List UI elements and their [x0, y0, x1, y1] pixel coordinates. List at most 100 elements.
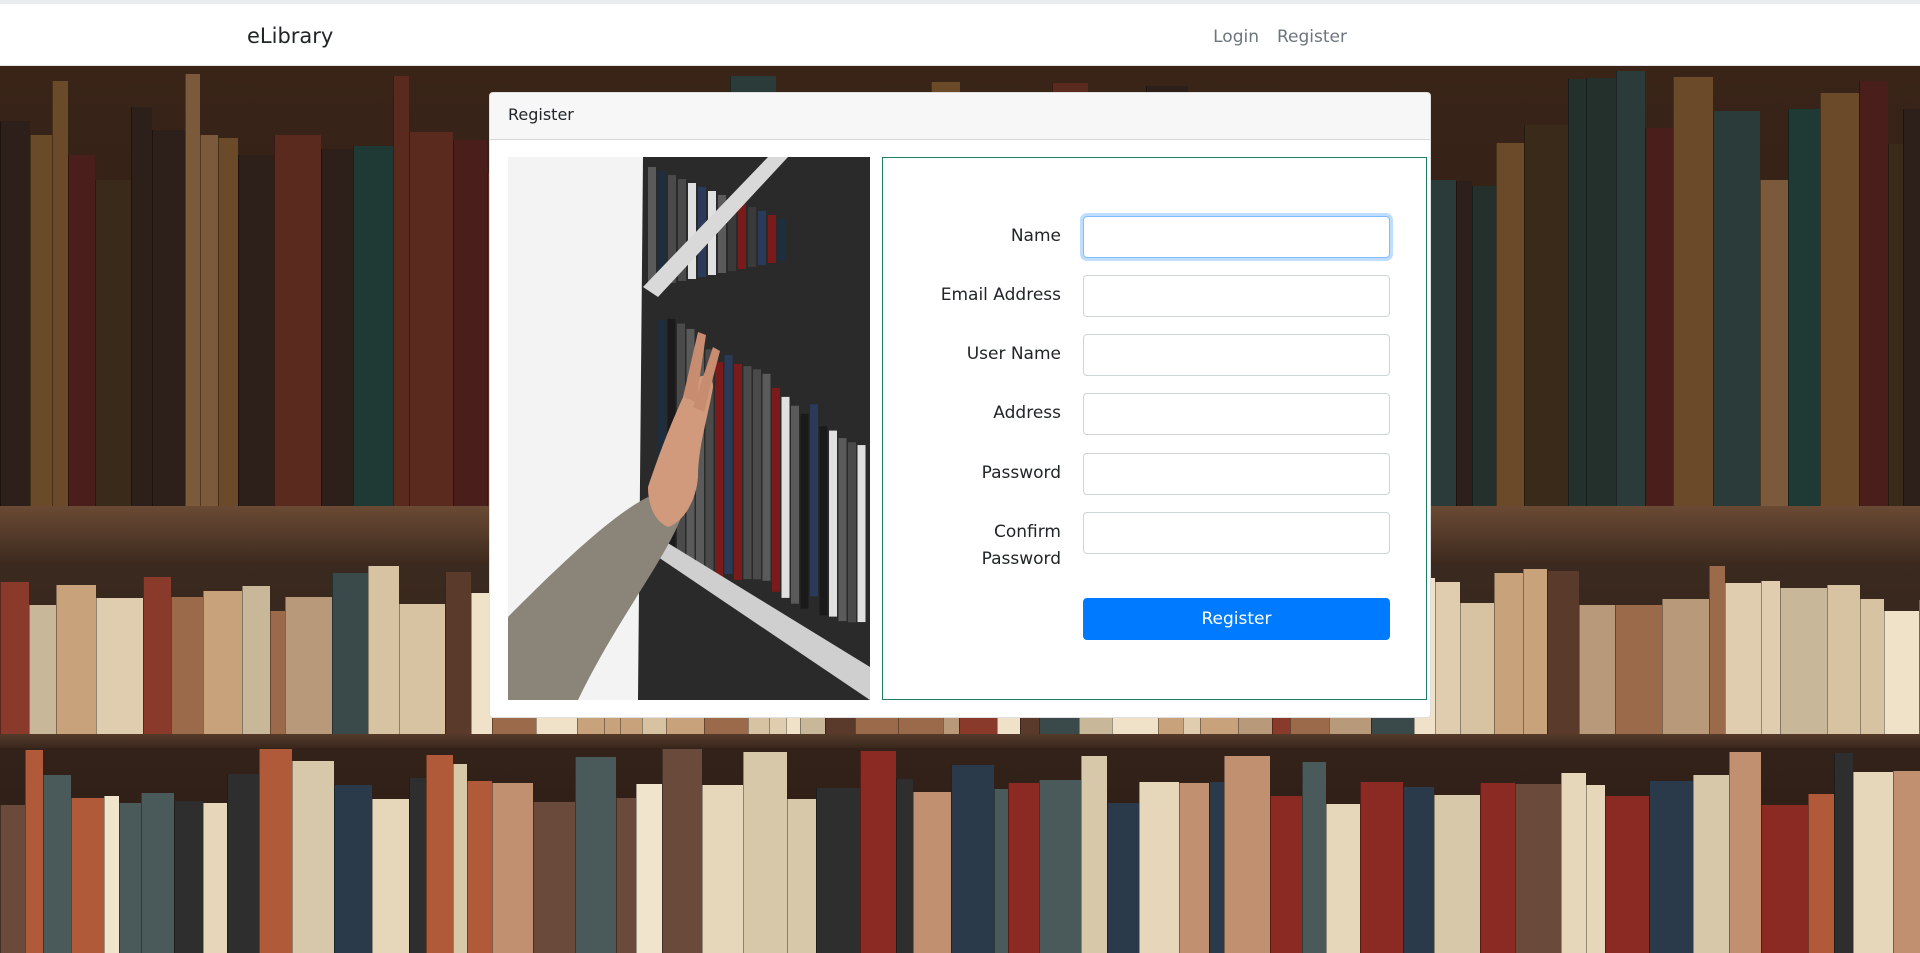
email-address-input[interactable] — [1083, 275, 1390, 317]
book-spine — [896, 779, 913, 953]
book-spine — [152, 130, 185, 506]
book-spine — [68, 155, 95, 506]
book-spine — [242, 586, 270, 734]
book-spine — [171, 597, 203, 734]
shelf-plank — [0, 734, 1920, 748]
book-spine — [143, 577, 171, 734]
book-spine — [1893, 771, 1920, 953]
user-name-input[interactable] — [1083, 334, 1390, 376]
book-spine — [1616, 71, 1645, 506]
book-spine — [1435, 582, 1460, 734]
book-spine — [274, 135, 321, 506]
book-spine — [1579, 605, 1615, 734]
book-spine — [1605, 796, 1649, 953]
book-spine — [616, 798, 636, 953]
book-spine — [1430, 180, 1456, 506]
confirm-password-input[interactable] — [1083, 512, 1390, 554]
password-input[interactable] — [1083, 453, 1390, 495]
book-spine — [1808, 794, 1834, 953]
book-spine — [1713, 111, 1760, 506]
address-label: Address — [993, 403, 1061, 423]
confirm-password-label: Confirm Password — [981, 522, 1061, 569]
book-spine — [1456, 181, 1472, 506]
book-spine — [1360, 782, 1403, 953]
book-spine — [1673, 77, 1713, 506]
book-spine — [1326, 804, 1360, 953]
book-spine — [1403, 787, 1434, 953]
book-spine — [393, 76, 409, 506]
book-spine — [0, 582, 29, 734]
nav-login-link[interactable]: Login — [1213, 27, 1259, 47]
photo-book-spine — [758, 211, 766, 265]
card-header-title: Register — [490, 93, 1430, 140]
photo-book-spine — [857, 445, 866, 623]
book-spine — [52, 81, 68, 506]
book-spine — [1586, 785, 1605, 953]
book-spine — [1494, 573, 1523, 734]
book-spine — [409, 778, 426, 953]
book-spine — [238, 155, 274, 506]
book-spine — [321, 149, 353, 506]
book-spine — [1884, 611, 1919, 734]
book-spine — [1827, 585, 1860, 734]
photo-book-spine — [778, 219, 786, 261]
book-spine — [71, 798, 104, 953]
book-spine — [270, 611, 285, 734]
bookshelf-row-bottom — [0, 748, 1920, 953]
book-spine — [1302, 762, 1326, 953]
book-spine — [994, 789, 1008, 953]
book-spine — [1662, 599, 1709, 734]
book-spine — [409, 132, 453, 506]
book-spine — [1760, 180, 1788, 506]
book-spine — [334, 785, 372, 953]
book-spine — [816, 788, 860, 953]
book-spine — [1434, 795, 1480, 953]
register-button[interactable]: Register — [1083, 598, 1390, 640]
photo-book-spine — [819, 426, 828, 616]
user-name-label: User Name — [966, 344, 1061, 364]
book-spine — [453, 764, 467, 953]
book-spine — [1209, 782, 1224, 953]
name-input[interactable] — [1083, 216, 1390, 258]
book-spine — [1834, 753, 1853, 953]
book-spine — [203, 591, 242, 734]
book-spine — [0, 805, 25, 953]
book-spine — [533, 802, 575, 953]
book-spine — [1496, 143, 1524, 506]
book-spine — [1903, 109, 1920, 506]
book-spine — [1081, 756, 1107, 953]
book-spine — [702, 785, 743, 953]
nav-links: Login Register — [1213, 27, 1347, 47]
book-spine — [399, 604, 445, 734]
book-spine — [1649, 781, 1693, 953]
book-spine — [368, 566, 399, 734]
book-spine — [1224, 756, 1270, 953]
book-spine — [1859, 81, 1888, 506]
book-spine — [1524, 125, 1568, 506]
book-spine — [1547, 571, 1579, 734]
register-card: Register Name Email Address User Name Ad… — [489, 92, 1431, 718]
book-spine — [951, 765, 994, 953]
name-label: Name — [1010, 226, 1061, 246]
book-spine — [292, 761, 334, 953]
book-spine — [1568, 79, 1586, 506]
book-spine — [1820, 93, 1859, 506]
book-spine — [787, 799, 816, 953]
address-input[interactable] — [1083, 393, 1390, 435]
photo-book-spine — [829, 430, 837, 617]
book-spine — [0, 121, 30, 506]
book-spine — [913, 792, 951, 953]
photo-book-spine — [781, 396, 790, 598]
book-spine — [131, 107, 152, 506]
book-spine — [1008, 783, 1039, 953]
book-spine — [95, 180, 131, 506]
book-spine — [1725, 583, 1761, 734]
book-spine — [1179, 783, 1209, 953]
nav-register-link[interactable]: Register — [1277, 27, 1347, 47]
book-spine — [96, 598, 143, 734]
photo-book-spine — [768, 215, 776, 263]
registration-form: Name Email Address User Name Address Pas… — [882, 157, 1427, 700]
brand-logo[interactable]: eLibrary — [247, 24, 333, 48]
book-spine — [575, 757, 616, 953]
book-spine — [372, 799, 409, 953]
